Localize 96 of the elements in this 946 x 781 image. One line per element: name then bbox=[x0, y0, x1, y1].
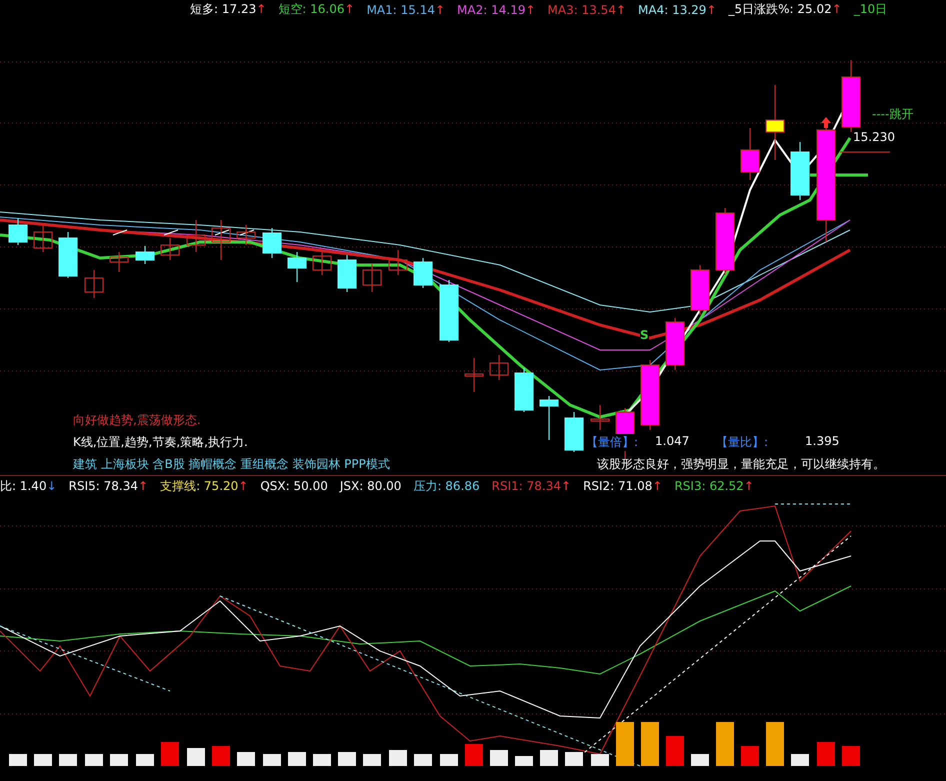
candlestick bbox=[564, 411, 584, 452]
candlestick bbox=[540, 395, 558, 440]
tick-mark bbox=[112, 229, 128, 236]
volume-bar bbox=[212, 746, 230, 766]
volume-bar bbox=[465, 744, 483, 766]
volume-bar bbox=[313, 754, 331, 766]
comment-text: 该股形态良好，强势明显，量能充足，可以继续持有。 bbox=[597, 456, 885, 473]
candlestick bbox=[236, 224, 256, 246]
candlestick bbox=[58, 231, 78, 278]
gap-label: ----跳开 bbox=[872, 106, 914, 123]
indicator-value: 短空: 16.06↑ bbox=[278, 1, 355, 18]
volume-bar bbox=[842, 746, 860, 766]
up-arrow-icon bbox=[821, 116, 831, 128]
level-line bbox=[840, 151, 890, 152]
volume-bar bbox=[515, 756, 533, 766]
note-text: K线,位置,趋势,节奏,策略,执行力. bbox=[73, 434, 248, 451]
volume-bar bbox=[565, 752, 583, 766]
volume-bar bbox=[716, 722, 734, 766]
candlestick bbox=[312, 249, 332, 276]
indicator-value: 支撑线: 75.20↑ bbox=[160, 478, 248, 494]
ratio-value: 1.047 bbox=[655, 434, 690, 448]
volume-bar bbox=[766, 722, 784, 766]
signal-mark: S bbox=[640, 328, 649, 342]
indicator-value: QSX: 50.00 bbox=[260, 479, 328, 493]
candlestick bbox=[84, 269, 104, 298]
volume-bar bbox=[9, 754, 27, 766]
volume-bar bbox=[389, 750, 407, 766]
candlestick bbox=[716, 207, 734, 276]
candlestick bbox=[8, 217, 28, 246]
indicator-value: _10日 bbox=[854, 1, 888, 18]
volume-bar bbox=[666, 736, 684, 766]
candlestick bbox=[362, 263, 382, 292]
candlestick bbox=[790, 141, 810, 200]
tick-mark bbox=[240, 229, 254, 236]
indicator-value: MA1: 15.14↑ bbox=[366, 2, 446, 17]
candlestick bbox=[690, 264, 710, 316]
volume-bar bbox=[641, 722, 659, 766]
volume-bar bbox=[817, 742, 835, 766]
indicator-value: MA2: 14.19↑ bbox=[457, 2, 536, 17]
volume-bar bbox=[414, 754, 432, 766]
candlestick bbox=[34, 224, 52, 252]
indicator-value: 比: 1.40↓ bbox=[0, 478, 57, 494]
candlestick bbox=[740, 127, 760, 180]
volume-bar bbox=[591, 754, 609, 766]
indicator-value: _5日涨跌%: 25.02↑ bbox=[728, 1, 842, 18]
candlestick bbox=[160, 237, 180, 260]
note-text: 向好做趋势,震荡做形态. bbox=[73, 412, 201, 429]
tick-mark bbox=[214, 229, 230, 236]
volume-bar bbox=[691, 754, 709, 766]
volume-bar bbox=[237, 752, 255, 766]
volume-bar bbox=[187, 748, 205, 766]
candlestick bbox=[514, 367, 534, 412]
candlestick bbox=[136, 245, 154, 264]
candlestick bbox=[666, 317, 684, 370]
candlestick bbox=[262, 227, 282, 258]
candlestick bbox=[490, 354, 508, 380]
volume-bar bbox=[363, 754, 381, 766]
indicator-value: 短多: 17.23↑ bbox=[190, 1, 266, 18]
volume-bar bbox=[85, 754, 103, 766]
indicator-value: RSI3: 62.52↑ bbox=[674, 479, 754, 493]
note-text: 建筑 上海板块 含B股 摘帽概念 重组概念 装饰园林 PPP模式 bbox=[73, 456, 390, 473]
candlestick bbox=[590, 404, 610, 430]
candlestick bbox=[414, 257, 432, 288]
volume-bar bbox=[440, 754, 458, 766]
candlestick bbox=[110, 251, 128, 272]
price-label: 15.230 bbox=[853, 130, 895, 144]
indicator-value: RSI1: 78.34↑ bbox=[492, 479, 572, 493]
volume-bar bbox=[540, 750, 558, 766]
candlestick bbox=[186, 219, 206, 252]
volume-bar bbox=[490, 750, 508, 766]
indicator-value: MA4: 13.29↑ bbox=[638, 2, 716, 17]
volume-bar bbox=[161, 742, 179, 766]
volume-bar bbox=[59, 754, 77, 766]
volume-bar bbox=[263, 754, 281, 766]
candlestick bbox=[212, 219, 230, 260]
volume-bar bbox=[791, 754, 809, 766]
candlestick bbox=[338, 254, 356, 292]
volume-bar bbox=[34, 754, 52, 766]
volume-bar bbox=[616, 722, 634, 766]
candlestick bbox=[640, 359, 660, 430]
volume-bar bbox=[110, 754, 128, 766]
tick-mark bbox=[164, 229, 178, 236]
volume-bar bbox=[741, 746, 759, 766]
candlestick bbox=[288, 251, 306, 282]
volume-bar bbox=[338, 752, 356, 766]
candlestick bbox=[464, 357, 484, 392]
volume-bar bbox=[288, 752, 306, 766]
volume-bar bbox=[136, 754, 154, 766]
indicator-value: JSX: 80.00 bbox=[340, 479, 402, 493]
indicator-value: RSI2: 71.08↑ bbox=[583, 479, 662, 493]
indicator-value: RSI5: 78.34↑ bbox=[68, 479, 148, 493]
candlestick bbox=[388, 249, 408, 276]
ratio-value: 1.395 bbox=[805, 434, 840, 448]
indicator-value: 压力: 86.86 bbox=[413, 478, 480, 494]
indicator-value: MA3: 13.54↑ bbox=[548, 2, 626, 17]
candlestick bbox=[440, 279, 458, 342]
